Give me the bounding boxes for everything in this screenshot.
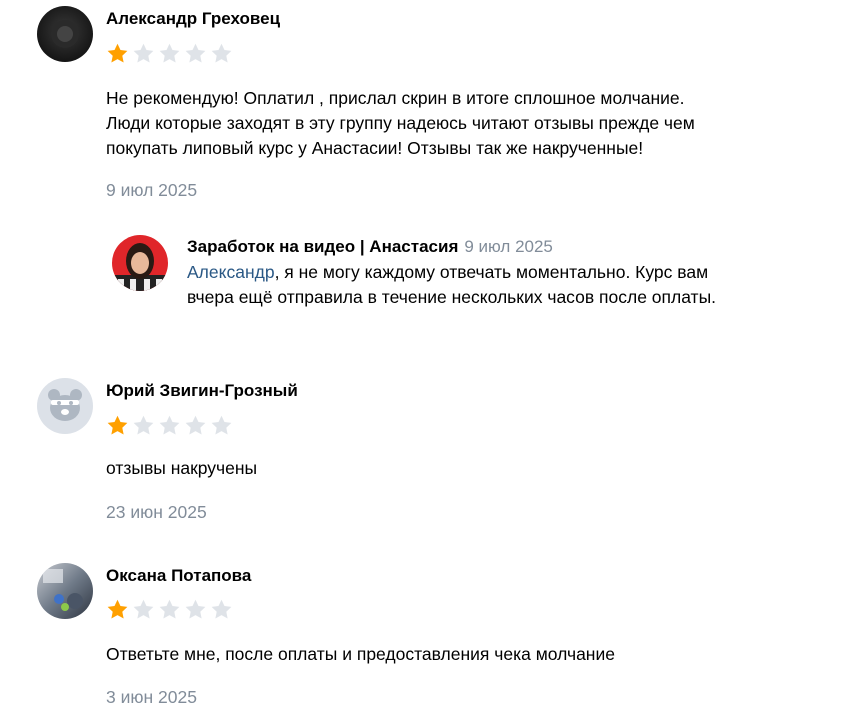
star-empty-icon [211,415,232,435]
star-empty-icon [159,415,180,435]
star-empty-icon [159,599,180,619]
review-date[interactable]: 9 июл 2025 [106,180,197,201]
review-text: отзывы накручены [106,458,258,478]
reply-text-line: вчера ещё отправила в течение нескольких… [187,287,717,307]
reply-date[interactable]: 9 июл 2025 [464,237,553,256]
star-empty-icon [159,43,180,63]
star-empty-icon [133,43,154,63]
review-author[interactable]: Александр Греховец [106,9,280,29]
review-author[interactable]: Оксана Потапова [106,566,251,586]
review-text-line: Люди которые заходят в эту группу надеюс… [106,113,695,133]
reply-text: Александр, я не могу каждому отвечать мо… [187,260,716,310]
review-date[interactable]: 3 июн 2025 [106,687,197,708]
review-author[interactable]: Юрий Звигин-Грозный [106,381,298,401]
star-filled-icon [107,43,128,63]
star-empty-icon [133,415,154,435]
review-text: Ответьте мне, после оплаты и предоставле… [106,644,615,664]
avatar[interactable] [37,378,93,434]
review-text-line: покупать липовый курс у Анастасии! Отзыв… [106,138,644,158]
star-empty-icon [185,43,206,63]
star-empty-icon [133,599,154,619]
star-filled-icon [107,599,128,619]
reply-avatar[interactable] [112,235,168,291]
rating-stars [106,598,233,621]
star-filled-icon [107,415,128,435]
star-empty-icon [211,599,232,619]
review-date[interactable]: 23 июн 2025 [106,502,207,523]
review-text-line: Не рекомендую! Оплатил , прислал скрин в… [106,88,685,108]
reply-text-line: Александр, я не могу каждому отвечать мо… [187,260,716,285]
reply-text-rest: , я не могу каждому отвечать моментально… [274,262,709,282]
star-empty-icon [211,43,232,63]
review-text: Не рекомендую! Оплатил , прислал скрин в… [106,86,695,161]
rating-stars [106,42,233,65]
reply-author[interactable]: Заработок на видео | Анастасия [187,237,458,256]
rating-stars [106,414,233,437]
reply-header: Заработок на видео | Анастасия 9 июл 2025 [187,237,553,257]
star-empty-icon [185,415,206,435]
star-empty-icon [185,599,206,619]
reply-mention-link[interactable]: Александр [187,262,275,282]
avatar[interactable] [37,6,93,62]
avatar[interactable] [37,563,93,619]
